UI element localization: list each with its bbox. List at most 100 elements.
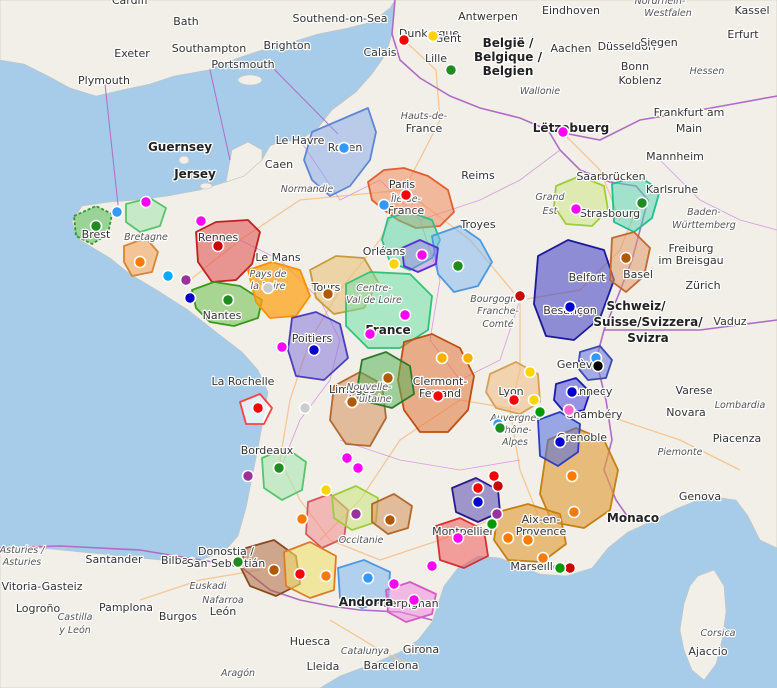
- map-marker[interactable]: [553, 435, 567, 449]
- city-label: Brighton: [263, 39, 310, 52]
- map-marker[interactable]: [407, 593, 421, 607]
- city-label: Pamplona: [99, 601, 153, 614]
- city-label: Comté: [482, 319, 513, 330]
- map-marker[interactable]: [507, 393, 521, 407]
- map-marker[interactable]: [319, 569, 333, 583]
- map-marker[interactable]: [399, 188, 413, 202]
- map-marker[interactable]: [635, 196, 649, 210]
- map-marker[interactable]: [211, 239, 225, 253]
- land-guernsey: [178, 155, 190, 165]
- map-marker[interactable]: [513, 289, 527, 303]
- map-canvas[interactable]: Cardiff Bath Southend-on-Sea Antwerpen Eindh…: [0, 0, 777, 688]
- city-label: Pays de: [249, 269, 286, 280]
- map-marker[interactable]: [387, 257, 401, 271]
- map-marker[interactable]: [415, 248, 429, 262]
- map-marker[interactable]: [363, 327, 377, 341]
- map-marker[interactable]: [337, 141, 351, 155]
- city-label: Eindhoven: [542, 4, 600, 17]
- map-marker[interactable]: [321, 287, 335, 301]
- city-label: Bath: [173, 15, 199, 28]
- map-marker[interactable]: [444, 63, 458, 77]
- map-marker[interactable]: [562, 403, 576, 417]
- city-label: Orléans: [363, 245, 406, 258]
- map-marker[interactable]: [425, 559, 439, 573]
- map-marker[interactable]: [451, 259, 465, 273]
- map-marker[interactable]: [431, 389, 445, 403]
- map-marker[interactable]: [345, 395, 359, 409]
- map-marker[interactable]: [501, 531, 515, 545]
- city-label: Westfalen: [644, 8, 692, 19]
- city-label: Vitoria-Gasteiz: [2, 580, 83, 593]
- city-label: Aachen: [550, 42, 591, 55]
- map-svg[interactable]: Cardiff Bath Southend-on-Sea Antwerpen Eindh…: [0, 0, 777, 688]
- city-label: Val de Loire: [346, 295, 402, 306]
- map-marker[interactable]: [307, 343, 321, 357]
- map-marker[interactable]: [567, 505, 581, 519]
- map-marker[interactable]: [565, 469, 579, 483]
- map-marker[interactable]: [361, 571, 375, 585]
- map-marker[interactable]: [485, 517, 499, 531]
- map-marker[interactable]: [426, 29, 440, 43]
- map-marker[interactable]: [349, 507, 363, 521]
- city-label: Asturies: [2, 557, 42, 568]
- map-marker[interactable]: [397, 33, 411, 47]
- map-marker[interactable]: [295, 512, 309, 526]
- map-marker[interactable]: [267, 563, 281, 577]
- map-marker[interactable]: [89, 219, 103, 233]
- map-marker[interactable]: [435, 351, 449, 365]
- map-marker[interactable]: [533, 405, 547, 419]
- map-marker[interactable]: [521, 533, 535, 547]
- map-marker[interactable]: [523, 365, 537, 379]
- map-marker[interactable]: [527, 393, 541, 407]
- city-label: Vaduz: [713, 315, 746, 328]
- map-marker[interactable]: [461, 351, 475, 365]
- map-marker[interactable]: [591, 359, 605, 373]
- map-marker[interactable]: [493, 421, 507, 435]
- map-marker[interactable]: [383, 513, 397, 527]
- map-marker[interactable]: [298, 401, 312, 415]
- country-label: Jersey: [173, 167, 216, 181]
- map-marker[interactable]: [565, 385, 579, 399]
- city-label: Württemberg: [672, 220, 736, 231]
- map-marker[interactable]: [381, 371, 395, 385]
- map-marker[interactable]: [261, 281, 275, 295]
- map-marker[interactable]: [319, 483, 333, 497]
- map-marker[interactable]: [536, 551, 550, 565]
- city-label: Calais: [363, 46, 396, 59]
- map-marker[interactable]: [139, 195, 153, 209]
- map-marker[interactable]: [556, 125, 570, 139]
- map-marker[interactable]: [231, 555, 245, 569]
- city-label: Frankfurt am: [654, 106, 725, 119]
- map-marker[interactable]: [340, 451, 354, 465]
- map-marker[interactable]: [451, 531, 465, 545]
- city-label: Basel: [623, 268, 653, 281]
- map-marker[interactable]: [221, 293, 235, 307]
- map-marker[interactable]: [161, 269, 175, 283]
- map-marker[interactable]: [272, 461, 286, 475]
- map-marker[interactable]: [351, 461, 365, 475]
- map-marker[interactable]: [241, 469, 255, 483]
- map-marker[interactable]: [293, 567, 307, 581]
- map-marker[interactable]: [471, 481, 485, 495]
- map-marker[interactable]: [183, 291, 197, 305]
- map-marker[interactable]: [275, 340, 289, 354]
- city-label: Novara: [666, 406, 705, 419]
- city-label: Lille: [425, 52, 447, 65]
- city-label: Burgos: [159, 610, 198, 623]
- city-label: Belfort: [569, 271, 606, 284]
- map-marker[interactable]: [387, 577, 401, 591]
- map-marker[interactable]: [619, 251, 633, 265]
- map-marker[interactable]: [251, 401, 265, 415]
- map-marker[interactable]: [377, 198, 391, 212]
- map-marker[interactable]: [398, 308, 412, 322]
- map-marker[interactable]: [553, 561, 567, 575]
- map-marker[interactable]: [133, 255, 147, 269]
- map-marker[interactable]: [194, 214, 208, 228]
- map-marker[interactable]: [110, 205, 124, 219]
- city-label: Occitanie: [339, 535, 384, 546]
- map-marker[interactable]: [179, 273, 193, 287]
- map-marker[interactable]: [471, 495, 485, 509]
- map-marker[interactable]: [563, 300, 577, 314]
- map-marker[interactable]: [491, 479, 505, 493]
- map-marker[interactable]: [569, 202, 583, 216]
